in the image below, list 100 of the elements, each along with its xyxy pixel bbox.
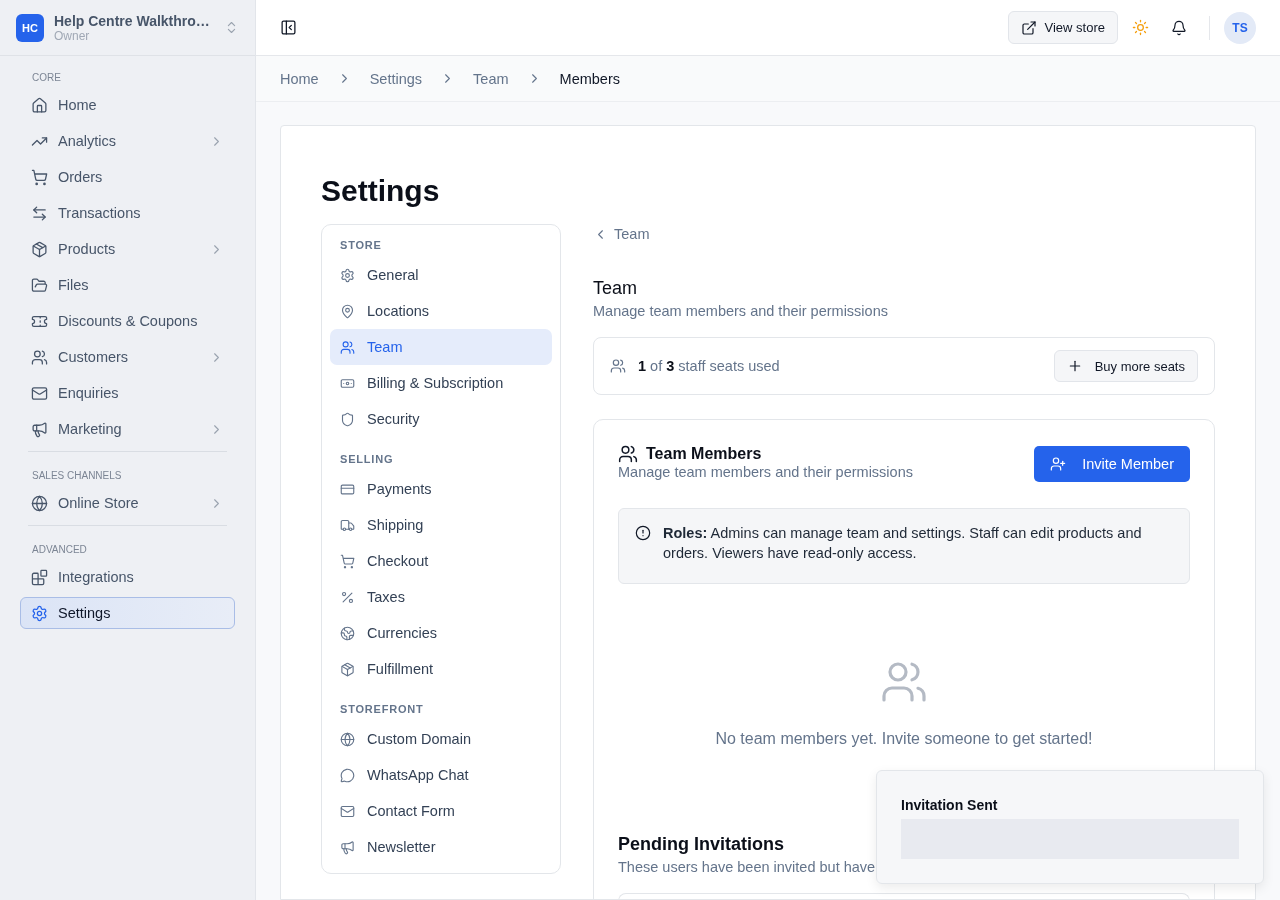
sidebar-item[interactable]: Enquiries <box>20 377 235 409</box>
sidebar-item[interactable]: Products <box>20 233 235 265</box>
settings-nav-item[interactable]: WhatsApp Chat <box>330 757 552 793</box>
settings-nav-item[interactable]: Shipping <box>330 507 552 543</box>
settings-nav-label: Shipping <box>367 517 424 533</box>
settings-nav-label: Contact Form <box>367 803 455 819</box>
mail-icon <box>31 384 48 402</box>
toast-title: Invitation Sent <box>901 797 999 813</box>
map-pin-icon <box>340 303 355 319</box>
workspace-logo: HC <box>16 13 44 42</box>
settings-nav-label: WhatsApp Chat <box>367 767 469 783</box>
breadcrumb-link[interactable]: Home <box>280 70 319 87</box>
sidebar-item[interactable]: Files <box>20 269 235 301</box>
settings-nav-label: Security <box>367 411 420 427</box>
settings-nav-item[interactable]: Checkout <box>330 543 552 579</box>
back-link[interactable]: Team <box>593 226 1215 242</box>
users-icon <box>610 358 626 374</box>
settings-nav-item[interactable]: Custom Domain <box>330 721 552 757</box>
sidebar-item[interactable]: Home <box>20 89 235 121</box>
sidebar-item[interactable]: Transactions <box>20 197 235 229</box>
alert-circle-icon <box>635 525 651 541</box>
view-store-button[interactable]: View store <box>1007 11 1118 44</box>
sidebar-item-label: Settings <box>58 605 112 621</box>
megaphone-icon <box>340 839 355 855</box>
sidebar-item[interactable]: Customers <box>20 341 235 373</box>
users-icon <box>31 348 48 366</box>
settings-nav-item[interactable]: Locations <box>330 293 552 329</box>
settings-section-title: STORE <box>339 238 383 253</box>
percent-icon <box>340 589 355 605</box>
sidebar-section-title: CORE <box>31 71 62 85</box>
sidebar-item[interactable]: Marketing <box>20 413 235 445</box>
settings-section-title: SELLING <box>339 452 395 467</box>
blocks-icon <box>31 568 48 586</box>
chat-bubble-icon <box>340 767 355 783</box>
settings-nav-item[interactable]: Security <box>330 401 552 437</box>
sidebar-item[interactable]: Orders <box>20 161 235 193</box>
pending-title: Pending Invitations <box>618 834 785 855</box>
sidebar-item[interactable]: Online Store <box>20 487 235 519</box>
invite-member-button[interactable]: Invite Member <box>1034 446 1190 482</box>
workspace-name: Help Centre Walkthro… <box>54 12 211 29</box>
settings-nav-item[interactable]: Newsletter <box>330 829 552 865</box>
settings-icon <box>340 267 355 283</box>
empty-state-text: No team members yet. Invite someone to get started! <box>715 730 1093 748</box>
sidebar-item-label: Marketing <box>58 421 123 437</box>
user-avatar[interactable]: TS <box>1224 11 1256 44</box>
settings-nav-item[interactable]: Currencies <box>330 615 552 651</box>
cart-icon <box>340 553 355 569</box>
settings-nav-label: Billing & Subscription <box>367 375 504 391</box>
users-icon <box>340 339 355 355</box>
sidebar-item-label: Analytics <box>58 133 118 149</box>
settings-nav-item[interactable]: Team <box>330 329 552 365</box>
external-link-icon <box>1020 19 1037 36</box>
bell-icon[interactable] <box>1171 19 1187 36</box>
settings-nav-item[interactable]: Payments <box>330 471 552 507</box>
mail-icon <box>340 803 355 819</box>
credit-card-icon <box>340 481 355 497</box>
sidebar-item[interactable]: Integrations <box>20 561 235 593</box>
globe-icon <box>340 731 355 747</box>
users-icon <box>618 444 638 464</box>
sidebar-item-label: Transactions <box>58 205 142 221</box>
settings-nav-label: Taxes <box>367 589 405 605</box>
settings-section-title: STOREFRONT <box>339 702 425 717</box>
buy-seats-button[interactable]: Buy more seats <box>1053 350 1198 382</box>
sidebar-item-label: Products <box>58 241 117 257</box>
shield-icon <box>340 411 355 427</box>
folder-icon <box>31 276 48 294</box>
sidebar-item[interactable]: Settings <box>20 597 235 629</box>
breadcrumb-link[interactable]: Members <box>559 70 620 87</box>
user-plus-icon <box>1050 456 1067 472</box>
box-icon <box>340 661 355 677</box>
sidebar-toggle-icon[interactable] <box>280 19 297 36</box>
sidebar-item[interactable]: Discounts & Coupons <box>20 305 235 337</box>
sidebar-item[interactable]: Analytics <box>20 125 235 157</box>
settings-nav-item[interactable]: General <box>330 257 552 293</box>
settings-icon <box>31 604 48 622</box>
settings-nav-item[interactable]: Billing & Subscription <box>330 365 552 401</box>
settings-nav-label: Fulfillment <box>367 661 434 677</box>
seats-usage-text: 1 of 3 staff seats used <box>638 358 780 374</box>
cart-icon <box>31 168 48 186</box>
card-title: Team Members <box>646 445 762 463</box>
settings-nav-item[interactable]: Fulfillment <box>330 651 552 687</box>
sidebar-section-title: SALES CHANNELS <box>31 469 123 483</box>
settings-nav-item[interactable]: Taxes <box>330 579 552 615</box>
sidebar-item-label: Discounts & Coupons <box>58 313 199 329</box>
sidebar-item-label: Orders <box>58 169 104 185</box>
roles-notice-text: Roles: Admins can manage team and settings. Staff can edit products and orders. Viewers have read-only access. <box>663 524 1143 563</box>
settings-nav-item[interactable]: Contact Form <box>330 793 552 829</box>
breadcrumb-link[interactable]: Settings <box>369 70 423 87</box>
settings-nav-label: Locations <box>367 303 430 319</box>
sidebar-item-label: Online Store <box>58 495 140 511</box>
workspace-role: Owner <box>54 28 91 43</box>
breadcrumb-link[interactable]: Team <box>473 70 509 87</box>
settings-nav-label: Team <box>367 339 403 355</box>
settings-nav-label: Currencies <box>367 625 438 641</box>
swap-arrows-icon <box>31 204 48 222</box>
card-subtitle: Manage team members and their permissions <box>618 464 913 480</box>
settings-nav-label: Checkout <box>367 553 429 569</box>
globe-icon <box>31 494 48 512</box>
megaphone-icon <box>31 420 48 438</box>
truck-icon <box>340 517 355 533</box>
